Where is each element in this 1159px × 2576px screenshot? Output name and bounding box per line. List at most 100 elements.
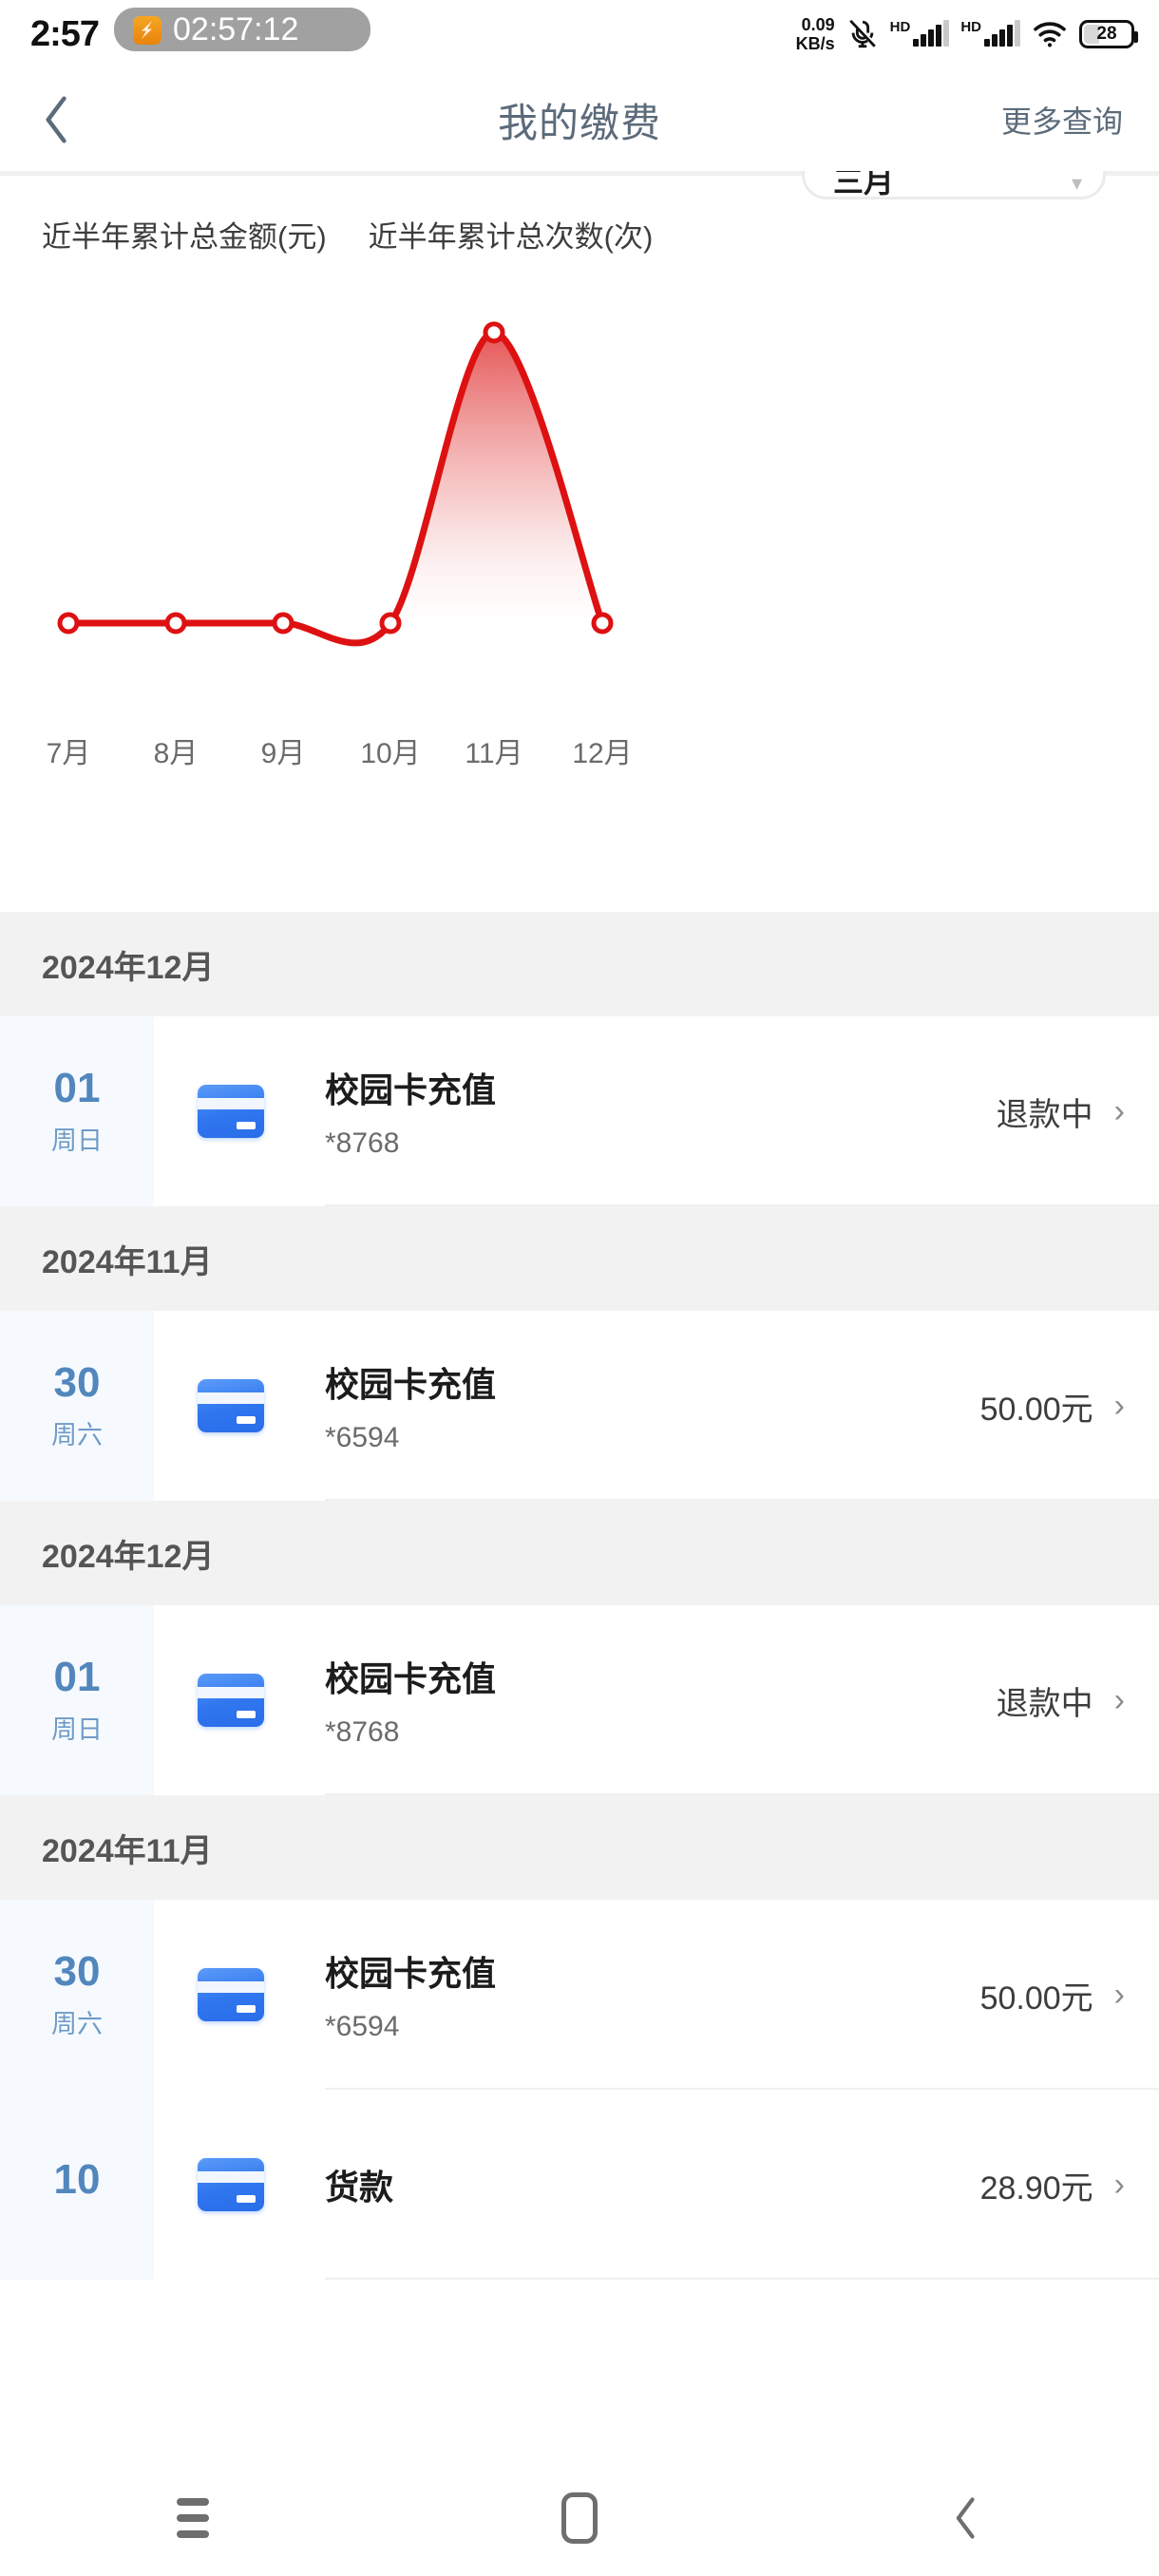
battery-level: 28: [1096, 24, 1117, 44]
recents-button[interactable]: [136, 2475, 250, 2561]
month-section-header: 2024年12月: [0, 1501, 1159, 1605]
bank-card-icon: [198, 1968, 264, 2021]
transaction-right[interactable]: 50.00元 ›: [980, 1383, 1125, 1430]
transaction-amount: 28.90元: [979, 2169, 1093, 2207]
chevron-right-icon[interactable]: ›: [1114, 1093, 1125, 1130]
transaction-weekday: 周日: [51, 1126, 103, 1155]
table-row[interactable]: 10 货款 28.90元 ›: [0, 2090, 1159, 2280]
transaction-account: *8768: [325, 1716, 400, 1748]
table-row[interactable]: 30 周六 校园卡充值 *6594 50.00元 ›: [0, 1900, 1159, 2090]
transaction-day: 10: [53, 2156, 101, 2203]
table-row[interactable]: 01 周日 校园卡充值 *8768 退款中 ›: [0, 1605, 1159, 1795]
chart-point-12月[interactable]: [591, 612, 614, 635]
signal-icon-sim2: HD: [960, 19, 1020, 47]
transaction-info: 校园卡充值 *6594: [325, 1357, 496, 1454]
home-icon: [560, 2492, 598, 2544]
table-row[interactable]: 01 周日 校园卡充值 *8768 退款中 ›: [0, 1016, 1159, 1206]
transaction-right[interactable]: 退款中 ›: [997, 1089, 1125, 1135]
transaction-date: 10: [0, 2090, 154, 2280]
network-speed-unit: KB/s: [795, 34, 835, 53]
phone-screen: 2:57 02:57:12 0.09 KB/s HD HD 28 我的缴费 更多…: [0, 0, 1159, 2576]
screen-recorder-icon: [133, 16, 162, 45]
chevron-down-icon: ▾: [1071, 171, 1082, 195]
payment-trend-chart: [0, 294, 1159, 731]
transaction-title: 校园卡充值: [325, 1954, 497, 1993]
home-button[interactable]: [522, 2475, 636, 2561]
x-tick-4: 11月: [465, 738, 523, 769]
transaction-day: 01: [53, 1653, 101, 1700]
signal-icon-sim1: HD: [889, 19, 950, 47]
chart-point-8月[interactable]: [164, 612, 187, 635]
period-dropdown[interactable]: 三月 ▾: [802, 171, 1106, 199]
transaction-body: 校园卡充值 *6594 50.00元 ›: [154, 1900, 1159, 2090]
transaction-list[interactable]: 2024年12月 01 周日 校园卡充值 *8768 退款中 › 2024年11月 30 周六 校园…: [0, 912, 1159, 2460]
transaction-weekday: 周六: [51, 1420, 103, 1449]
transaction-info: 校园卡充值 *8768: [325, 1652, 496, 1749]
chart-point-10月[interactable]: [379, 612, 402, 635]
chart-legend: 近半年累计总金额(元) 近半年累计总次数(次): [0, 213, 1159, 256]
status-clock: 2:57: [30, 13, 100, 54]
chevron-right-icon[interactable]: ›: [1114, 1682, 1125, 1719]
transaction-right[interactable]: 退款中 ›: [997, 1677, 1125, 1724]
transaction-date: 01 周日: [0, 1605, 154, 1795]
network-speed-value: 0.09: [801, 15, 835, 34]
wifi-icon: [1032, 20, 1068, 48]
month-section-header: 2024年12月: [0, 912, 1159, 1016]
hd-label-1: HD: [889, 19, 911, 35]
transaction-info: 校园卡充值 *8768: [325, 1063, 496, 1160]
screen-recorder-pill[interactable]: 02:57:12: [114, 8, 370, 51]
mute-icon: [846, 18, 879, 50]
legend-item-amount[interactable]: 近半年累计总金额(元): [42, 213, 327, 256]
transaction-weekday: 周六: [51, 2009, 103, 2038]
chevron-right-icon[interactable]: ›: [1114, 1977, 1125, 2014]
signal-bars-2: [984, 20, 1020, 47]
month-section-header: 2024年11月: [0, 1206, 1159, 1311]
legend-item-count[interactable]: 近半年累计总次数(次): [369, 213, 654, 256]
transaction-title: 校园卡充值: [325, 1365, 497, 1404]
transaction-account: *8768: [325, 1127, 400, 1159]
app-header: 我的缴费 更多查询: [0, 68, 1159, 171]
chart-svg: [57, 321, 614, 647]
table-row[interactable]: 30 周六 校园卡充值 *6594 50.00元 ›: [0, 1311, 1159, 1501]
back-icon: [956, 2497, 975, 2539]
chart-point-7月[interactable]: [57, 612, 80, 635]
row-divider: [325, 1204, 1159, 1206]
status-bar-icons: 0.09 KB/s HD HD 28: [796, 0, 1138, 68]
status-bar: 2:57 02:57:12 0.09 KB/s HD HD 28: [0, 0, 1159, 68]
transaction-amount: 退款中: [996, 1096, 1093, 1133]
chart-point-9月[interactable]: [272, 612, 294, 635]
transaction-info: 校园卡充值 *6594: [325, 1946, 496, 2043]
chart-point-11月[interactable]: [483, 321, 505, 344]
bank-card-icon: [198, 1674, 264, 1727]
bank-card-icon: [198, 2158, 264, 2211]
x-tick-2: 9月: [260, 738, 306, 769]
chevron-right-icon[interactable]: ›: [1114, 1388, 1125, 1425]
x-tick-3: 10月: [360, 738, 421, 769]
transaction-right[interactable]: 28.90元 ›: [980, 2162, 1125, 2208]
x-tick-1: 8月: [153, 738, 199, 769]
chevron-right-icon[interactable]: ›: [1114, 2167, 1125, 2204]
transaction-info: 货款: [325, 2160, 393, 2209]
summary-chart-panel: 三月 ▾ 近半年累计总金额(元) 近半年累计总次数(次) 7月 8月 9月 10…: [0, 171, 1159, 912]
transaction-date: 30 周六: [0, 1900, 154, 2090]
transaction-body: 校园卡充值 *6594 50.00元 ›: [154, 1311, 1159, 1501]
screen-recorder-timer: 02:57:12: [173, 10, 299, 47]
transaction-body: 货款 28.90元 ›: [154, 2090, 1159, 2280]
transaction-right[interactable]: 50.00元 ›: [980, 1972, 1125, 2018]
bank-card-icon: [198, 1085, 264, 1138]
page-title: 我的缴费: [497, 100, 661, 145]
period-dropdown-value: 三月: [833, 171, 895, 199]
transaction-date: 30 周六: [0, 1311, 154, 1501]
android-back-button[interactable]: [909, 2475, 1023, 2561]
x-tick-0: 7月: [46, 738, 91, 769]
more-query-button[interactable]: 更多查询: [1001, 98, 1123, 142]
x-tick-5: 12月: [572, 738, 633, 769]
transaction-title: 校园卡充值: [325, 1070, 497, 1109]
transaction-title: 校园卡充值: [325, 1659, 497, 1698]
network-speed-indicator: 0.09 KB/s: [796, 15, 835, 53]
transaction-body: 校园卡充值 *8768 退款中 ›: [154, 1605, 1159, 1795]
row-divider: [325, 1499, 1159, 1501]
hd-label-2: HD: [960, 19, 981, 35]
bank-card-icon: [198, 1379, 264, 1432]
transaction-day: 30: [53, 1358, 101, 1406]
